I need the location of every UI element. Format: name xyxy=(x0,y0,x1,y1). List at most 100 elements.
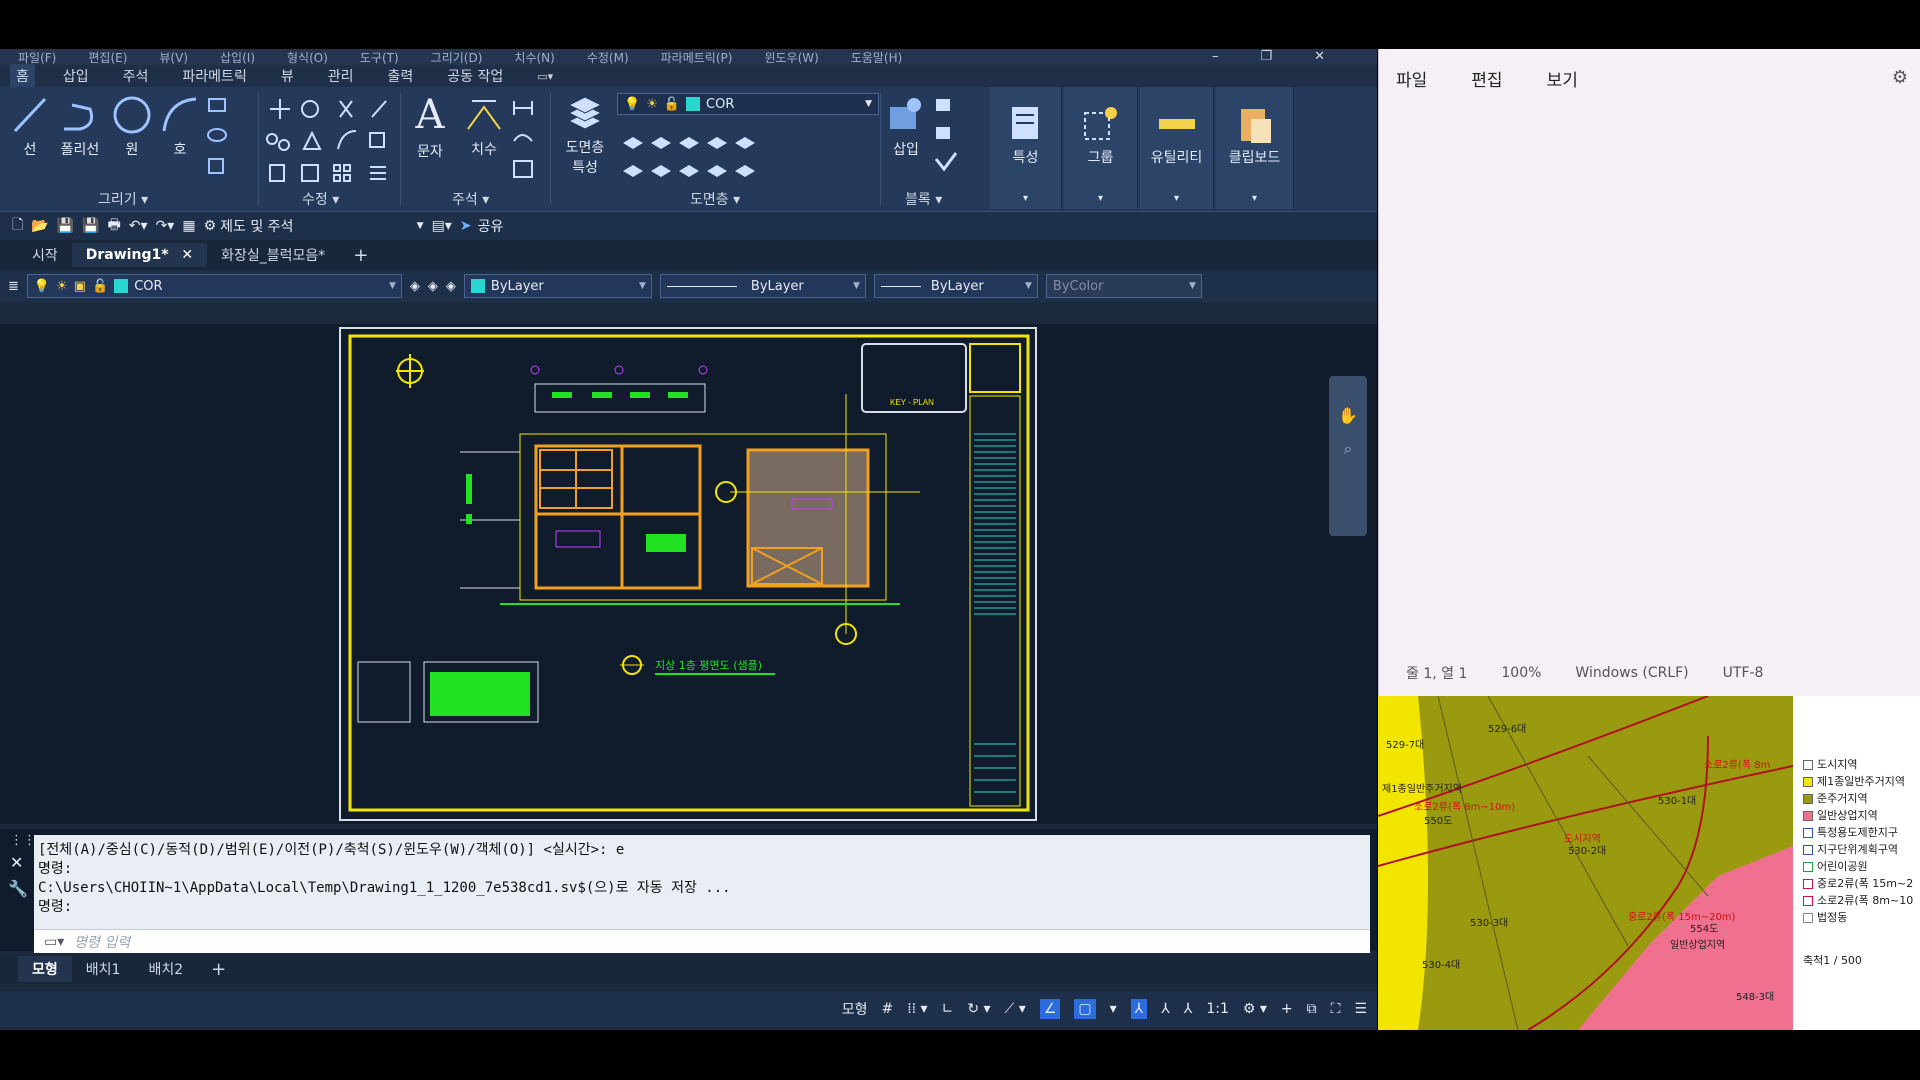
tab-drawing1[interactable]: Drawing1* ✕ xyxy=(71,243,208,267)
polar-icon[interactable]: ↻ ▾ xyxy=(967,1001,990,1017)
fullscreen-icon[interactable]: ⛶ xyxy=(1331,1001,1341,1017)
gear-icon[interactable]: ⚙ ▾ xyxy=(1243,1001,1267,1017)
lineweight-dropdown[interactable]: ByLayer ▼ xyxy=(873,274,1038,298)
navigation-bar[interactable]: ✋ ⌕ xyxy=(1329,376,1367,536)
tab-output[interactable]: 출력 xyxy=(381,64,419,88)
save-as-icon[interactable]: 💾 xyxy=(82,218,99,234)
modify-group-label[interactable]: 수정 ▾ xyxy=(302,189,339,209)
polyline-button[interactable]: 폴리선 xyxy=(55,95,105,159)
minimize-icon[interactable]: – xyxy=(1212,49,1229,64)
settings-gear-icon[interactable]: ⚙ xyxy=(1892,67,1908,88)
zoom-icon[interactable]: ⌕ xyxy=(1338,439,1358,459)
annotation-scale-value[interactable]: 1:1 xyxy=(1206,1001,1229,1017)
command-prompt-icon[interactable]: ▭▾ xyxy=(44,934,64,950)
tab-model[interactable]: 모형 xyxy=(18,956,72,982)
ribbon-toggle-icon[interactable]: ▭▾ xyxy=(531,68,559,85)
object-snap-icon[interactable]: ▢ xyxy=(1074,999,1096,1019)
add-layout-plus-icon[interactable]: + xyxy=(197,956,240,983)
snap-icon[interactable]: ⁞⁞ ▾ xyxy=(907,1001,927,1017)
ribbon-layer-dropdown[interactable]: 💡 ☀ 🔓 COR ▼ xyxy=(617,93,879,115)
plotstyle-dropdown[interactable]: ByColor ▼ xyxy=(1045,274,1202,298)
new-file-icon[interactable]: 🗋 xyxy=(12,214,23,238)
menu-dimension[interactable]: 치수(N) xyxy=(514,49,554,66)
isolate-objects-icon[interactable]: ⧉ xyxy=(1307,1001,1317,1017)
linetype-dropdown[interactable]: ByLayer ▼ xyxy=(659,274,866,298)
hamburger-menu-icon[interactable]: ☰ xyxy=(1354,1001,1367,1017)
calculator-icon[interactable]: ▦ xyxy=(182,218,195,234)
ortho-icon[interactable]: ∟ xyxy=(942,1001,954,1017)
menu-help[interactable]: 도움말(H) xyxy=(851,49,903,66)
tab-insert[interactable]: 삽입 xyxy=(57,64,95,88)
tab-parametric[interactable]: 파라메트릭 xyxy=(176,64,252,88)
layer-manager-icon[interactable]: ≣ xyxy=(8,279,19,294)
arc-button[interactable]: 호 xyxy=(160,95,200,159)
auto-scale-icon[interactable]: ⅄ xyxy=(1161,1001,1170,1017)
menu-modify[interactable]: 수정(M) xyxy=(587,49,629,66)
text-button[interactable]: A 문자 xyxy=(410,93,450,161)
menu-parametric[interactable]: 파라메트릭(P) xyxy=(661,49,733,66)
draw-small-tools-icon[interactable] xyxy=(205,95,255,185)
layer-state-icon[interactable]: ▤▾ xyxy=(432,218,452,234)
model-space-button[interactable]: 모형 xyxy=(842,999,868,1019)
tab-annotate[interactable]: 주석 xyxy=(117,64,155,88)
share-button[interactable]: ➤ 공유 xyxy=(460,216,504,236)
annotation-group-label[interactable]: 주석 ▾ xyxy=(452,189,489,209)
save-icon[interactable]: 💾 xyxy=(57,218,74,234)
block-group-label[interactable]: 블록 ▾ xyxy=(905,189,942,209)
draw-group-label[interactable]: 그리기 ▾ xyxy=(98,189,148,209)
close-icon[interactable]: ✕ xyxy=(10,853,23,872)
properties-panel-button[interactable]: 특성 ▾ xyxy=(990,87,1062,209)
tab-toilet-blocks[interactable]: 화장실_블럭모음* xyxy=(207,241,339,269)
block-small-tools-icon[interactable] xyxy=(932,95,962,185)
notepad-menu-edit[interactable]: 편집 xyxy=(1471,66,1502,91)
tab-view[interactable]: 뷰 xyxy=(275,64,300,88)
grip-icon[interactable]: ⋮⋮ xyxy=(10,833,36,848)
restore-icon[interactable]: ❐ xyxy=(1260,49,1282,64)
close-icon[interactable]: ✕ xyxy=(1314,49,1335,64)
plus-icon[interactable]: + xyxy=(1281,1001,1293,1017)
color-dropdown[interactable]: ByLayer ▼ xyxy=(463,274,652,298)
layer-dropdown[interactable]: 💡 ☀ ▣ 🔓 COR ▼ xyxy=(26,274,402,298)
drawing-canvas[interactable]: KEY - PLAN 지상 1층 평면도 (샘플) ✋ ⌕ xyxy=(0,324,1377,824)
command-input[interactable]: ▭▾ 명령 입력 xyxy=(34,929,1370,953)
annotation-scale-icon[interactable]: ⅄ xyxy=(1184,1001,1193,1017)
grid-icon[interactable]: # xyxy=(881,1001,893,1017)
layer-tools-icon[interactable] xyxy=(617,125,767,181)
annotation-small-tools-icon[interactable] xyxy=(510,95,540,185)
redo-icon[interactable]: ↷▾ xyxy=(156,218,175,234)
dimension-button[interactable]: 치수 xyxy=(462,95,506,159)
annotation-visibility-icon[interactable]: ⅄ xyxy=(1130,999,1148,1019)
layer-previous-icon[interactable]: ◈ xyxy=(428,279,438,294)
layer-match-icon[interactable]: ◈ xyxy=(410,279,420,294)
clipboard-panel-button[interactable]: 클립보드 ▾ xyxy=(1216,87,1294,209)
workspace-dropdown[interactable]: ⚙ 제도 및 주석 ▼ xyxy=(204,216,424,236)
chevron-down-icon[interactable]: ▾ xyxy=(1110,1001,1117,1017)
menu-window[interactable]: 윈도우(W) xyxy=(764,49,818,66)
pan-hand-icon[interactable]: ✋ xyxy=(1338,406,1358,425)
utilities-panel-button[interactable]: 유틸리티 ▾ xyxy=(1140,87,1214,209)
circle-button[interactable]: 원 xyxy=(110,95,154,159)
layers-group-label[interactable]: 도면층 ▾ xyxy=(690,189,740,209)
open-folder-icon[interactable]: 📂 xyxy=(31,218,48,234)
wrench-icon[interactable]: 🔧 xyxy=(8,879,28,898)
layer-isolate-icon[interactable]: ◈ xyxy=(446,279,456,294)
undo-icon[interactable]: ↶▾ xyxy=(129,218,148,234)
line-button[interactable]: 선 xyxy=(10,95,50,159)
tab-layout2[interactable]: 배치2 xyxy=(134,956,197,982)
tab-collaborate[interactable]: 공동 작업 xyxy=(441,64,509,88)
notepad-menu-file[interactable]: 파일 xyxy=(1396,66,1427,91)
tab-start[interactable]: 시작 xyxy=(18,241,72,269)
print-icon[interactable]: 🖶 xyxy=(108,214,121,238)
insert-block-button[interactable]: 삽입 xyxy=(884,95,928,159)
tab-manage[interactable]: 관리 xyxy=(322,64,360,88)
close-icon[interactable]: ✕ xyxy=(181,247,193,263)
notepad-text-area[interactable] xyxy=(1379,107,1919,657)
modify-tools-icon[interactable] xyxy=(262,95,397,190)
tab-layout1[interactable]: 배치1 xyxy=(72,956,135,982)
object-snap-tracking-icon[interactable]: ∠ xyxy=(1039,999,1061,1019)
layer-properties-button[interactable]: 도면층 특성 xyxy=(560,95,610,177)
zoning-map[interactable]: 529-6대 529-7대 제1종일반주거지역 소로2류(폭 8m~10m) 5… xyxy=(1378,696,1920,1030)
notepad-menu-view[interactable]: 보기 xyxy=(1547,66,1578,91)
group-panel-button[interactable]: 그룹 ▾ xyxy=(1064,87,1138,209)
new-tab-plus-icon[interactable]: + xyxy=(339,241,382,270)
